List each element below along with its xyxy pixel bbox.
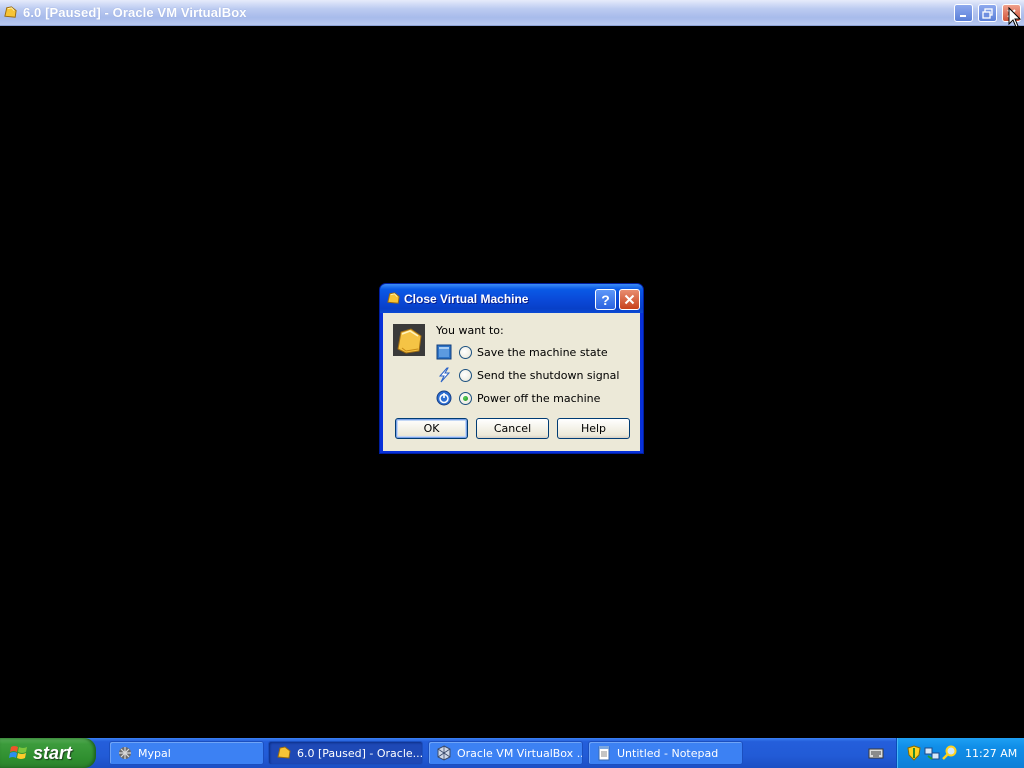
main-window-title: 6.0 [Paused] - Oracle VM VirtualBox	[23, 5, 247, 20]
option-shutdown-signal[interactable]: Send the shutdown signal	[436, 367, 636, 385]
taskbar-clock[interactable]: 11:27 AM	[965, 747, 1017, 760]
mouse-cursor-icon	[1008, 7, 1022, 28]
dialog-body: You want to: Save the machine state Send…	[383, 313, 640, 451]
question-icon: ?	[601, 291, 610, 308]
security-shield-icon[interactable]	[906, 745, 922, 761]
virtualbox-vm-icon	[387, 292, 400, 304]
start-label: start	[33, 742, 73, 763]
taskbar-item-label: Oracle VM VirtualBox ...	[457, 746, 583, 760]
dialog-title: Close Virtual Machine	[404, 292, 529, 306]
windows-flag-icon	[9, 746, 27, 759]
dialog-prompt: You want to:	[436, 324, 504, 337]
radio-shutdown-signal[interactable]	[459, 369, 472, 382]
start-button[interactable]: start	[0, 738, 96, 768]
close-icon	[624, 294, 635, 305]
taskbar-item-virtualbox-manager[interactable]: Oracle VM VirtualBox ...	[428, 741, 583, 765]
option-label: Send the shutdown signal	[477, 369, 620, 382]
minimize-icon	[960, 14, 966, 17]
minimize-button[interactable]	[954, 4, 973, 22]
dialog-help-button[interactable]: ?	[595, 289, 616, 310]
taskbar-item-label: Untitled - Notepad	[617, 746, 719, 760]
notepad-icon	[598, 746, 610, 761]
main-window-titlebar[interactable]: 6.0 [Paused] - Oracle VM VirtualBox	[0, 0, 1024, 26]
system-tray: 11:27 AM	[896, 738, 1024, 768]
network-icon[interactable]	[924, 745, 940, 761]
radio-power-off[interactable]	[459, 392, 472, 405]
radio-save-state[interactable]	[459, 346, 472, 359]
restore-icon	[982, 7, 993, 19]
mypal-icon	[119, 747, 131, 759]
dialog-titlebar[interactable]: Close Virtual Machine ?	[380, 284, 643, 313]
option-power-off[interactable]: Power off the machine	[436, 390, 636, 408]
ok-button[interactable]: OK	[395, 418, 468, 439]
dialog-close-button[interactable]	[619, 289, 640, 310]
taskbar-item-notepad[interactable]: Untitled - Notepad	[588, 741, 743, 765]
option-label: Power off the machine	[477, 392, 601, 405]
help-button[interactable]: Help	[557, 418, 630, 439]
acpi-shutdown-icon	[438, 367, 451, 383]
save-state-icon	[436, 344, 452, 360]
search-icon[interactable]	[942, 745, 958, 761]
power-off-icon	[436, 390, 452, 406]
virtualbox-manager-icon	[437, 745, 451, 761]
cancel-button[interactable]: Cancel	[476, 418, 549, 439]
taskbar-item-mypal[interactable]: Mypal	[109, 741, 264, 765]
virtualbox-logo-icon	[393, 324, 425, 356]
option-save-state[interactable]: Save the machine state	[436, 344, 636, 362]
taskbar-item-vm[interactable]: 6.0 [Paused] - Oracle...	[268, 741, 423, 765]
taskbar-item-label: 6.0 [Paused] - Oracle...	[297, 746, 423, 760]
taskbar-item-label: Mypal	[138, 746, 171, 760]
restore-button[interactable]	[978, 4, 997, 22]
virtualbox-vm-icon	[4, 6, 17, 18]
virtualbox-vm-icon	[277, 746, 291, 759]
taskbar: start Mypal 6.0 [Paused] - Oracle... Ora…	[0, 738, 1024, 768]
option-label: Save the machine state	[477, 346, 608, 359]
close-vm-dialog: Close Virtual Machine ? You want to: Sav…	[379, 283, 644, 454]
keyboard-icon[interactable]	[868, 746, 884, 760]
